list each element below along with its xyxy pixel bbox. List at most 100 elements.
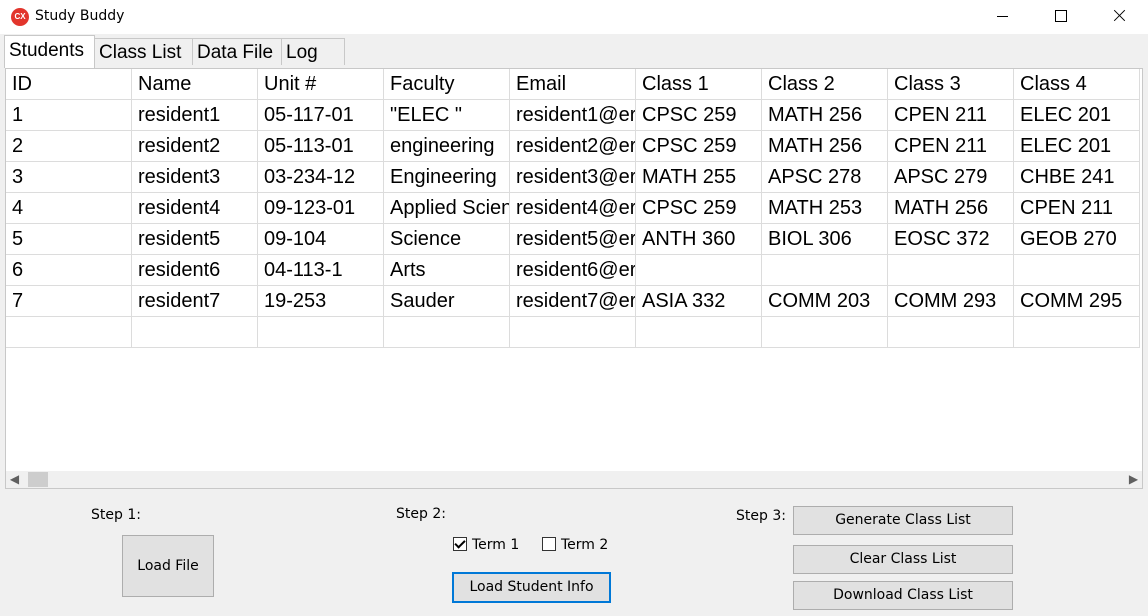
- table-cell[interactable]: [258, 317, 384, 348]
- table-cell[interactable]: [6, 317, 132, 348]
- horizontal-scrollbar[interactable]: ◀ ▶: [6, 471, 1142, 488]
- table-cell[interactable]: [888, 317, 1014, 348]
- table-cell[interactable]: resident7@er: [510, 286, 636, 317]
- maximize-button[interactable]: [1032, 0, 1090, 32]
- table-cell[interactable]: MATH 256: [762, 131, 888, 162]
- table-cell[interactable]: resident3: [132, 162, 258, 193]
- table-cell[interactable]: CPSC 259: [636, 131, 762, 162]
- table-cell[interactable]: Applied Scien: [384, 193, 510, 224]
- table-cell[interactable]: [762, 317, 888, 348]
- table-cell[interactable]: CHBE 241: [1014, 162, 1140, 193]
- table-cell[interactable]: [1014, 255, 1140, 286]
- table-cell[interactable]: [510, 317, 636, 348]
- table-row[interactable]: 6 resident6 04-113-1 Arts resident6@er: [6, 255, 1142, 286]
- table-cell[interactable]: 04-113-1: [258, 255, 384, 286]
- table-cell[interactable]: resident4: [132, 193, 258, 224]
- scroll-left-icon[interactable]: ◀: [6, 471, 23, 488]
- table-cell[interactable]: CPEN 211: [888, 131, 1014, 162]
- table-cell[interactable]: 09-123-01: [258, 193, 384, 224]
- table-cell[interactable]: CPEN 211: [1014, 193, 1140, 224]
- table-cell[interactable]: resident2@er: [510, 131, 636, 162]
- generate-class-list-button[interactable]: Generate Class List: [793, 506, 1013, 535]
- table-cell[interactable]: Engineering: [384, 162, 510, 193]
- table-cell[interactable]: ANTH 360: [636, 224, 762, 255]
- table-cell[interactable]: resident5@er: [510, 224, 636, 255]
- table-cell[interactable]: 19-253: [258, 286, 384, 317]
- table-cell[interactable]: resident5: [132, 224, 258, 255]
- table-cell[interactable]: 3: [6, 162, 132, 193]
- table-cell[interactable]: [762, 255, 888, 286]
- table-row[interactable]: 2 resident2 05-113-01 engineering resident2…: [6, 131, 1142, 162]
- table-cell[interactable]: MATH 253: [762, 193, 888, 224]
- table-cell[interactable]: 7: [6, 286, 132, 317]
- table-cell[interactable]: [384, 317, 510, 348]
- table-cell[interactable]: 09-104: [258, 224, 384, 255]
- table-cell[interactable]: ASIA 332: [636, 286, 762, 317]
- table-cell[interactable]: [1014, 317, 1140, 348]
- term1-checkbox[interactable]: [453, 537, 467, 551]
- table-row[interactable]: 1 resident1 05-117-01 "ELEC " resident1@er CP…: [6, 100, 1142, 131]
- table-cell[interactable]: MATH 256: [762, 100, 888, 131]
- table-row[interactable]: [6, 317, 1142, 348]
- table-cell[interactable]: resident7: [132, 286, 258, 317]
- table-cell[interactable]: resident2: [132, 131, 258, 162]
- scroll-right-icon[interactable]: ▶: [1125, 471, 1142, 488]
- table-cell[interactable]: [636, 317, 762, 348]
- table-row[interactable]: 5 resident5 09-104 Science resident5@er ANTH…: [6, 224, 1142, 255]
- download-class-list-button[interactable]: Download Class List: [793, 581, 1013, 610]
- table-cell[interactable]: 05-117-01: [258, 100, 384, 131]
- step1-label: Step 1:: [91, 507, 141, 523]
- table-cell[interactable]: [132, 317, 258, 348]
- tab-data-file[interactable]: Data File: [192, 38, 282, 65]
- tab-students[interactable]: Students: [4, 35, 95, 68]
- table-cell[interactable]: MATH 255: [636, 162, 762, 193]
- table-cell[interactable]: COMM 203: [762, 286, 888, 317]
- table-cell[interactable]: 2: [6, 131, 132, 162]
- table-cell[interactable]: resident6@er: [510, 255, 636, 286]
- table-cell[interactable]: 1: [6, 100, 132, 131]
- table-cell[interactable]: [888, 255, 1014, 286]
- table-cell[interactable]: 03-234-12: [258, 162, 384, 193]
- table-cell[interactable]: BIOL 306: [762, 224, 888, 255]
- table-cell[interactable]: GEOB 270: [1014, 224, 1140, 255]
- tab-class-list[interactable]: Class List: [94, 38, 193, 65]
- table-cell[interactable]: Science: [384, 224, 510, 255]
- table-cell[interactable]: CPEN 211: [888, 100, 1014, 131]
- table-cell[interactable]: resident6: [132, 255, 258, 286]
- table-cell[interactable]: Sauder: [384, 286, 510, 317]
- load-student-info-button[interactable]: Load Student Info: [452, 572, 611, 603]
- table-cell[interactable]: COMM 293: [888, 286, 1014, 317]
- table-cell[interactable]: resident4@er: [510, 193, 636, 224]
- table-cell[interactable]: 4: [6, 193, 132, 224]
- table-cell[interactable]: resident1: [132, 100, 258, 131]
- table-row[interactable]: 3 resident3 03-234-12 Engineering resident3…: [6, 162, 1142, 193]
- table-cell[interactable]: [636, 255, 762, 286]
- table-cell[interactable]: APSC 279: [888, 162, 1014, 193]
- close-button[interactable]: [1090, 0, 1148, 32]
- table-cell[interactable]: 05-113-01: [258, 131, 384, 162]
- clear-class-list-button[interactable]: Clear Class List: [793, 545, 1013, 574]
- scrollbar-thumb[interactable]: [28, 472, 48, 487]
- students-table[interactable]: ID Name Unit # Faculty Email Class 1 Class 2 Cl…: [5, 68, 1143, 489]
- minimize-button[interactable]: [974, 0, 1032, 32]
- load-file-button[interactable]: Load File: [122, 535, 214, 597]
- table-cell[interactable]: COMM 295: [1014, 286, 1140, 317]
- table-cell[interactable]: resident1@er: [510, 100, 636, 131]
- table-cell[interactable]: engineering: [384, 131, 510, 162]
- table-cell[interactable]: ELEC 201: [1014, 131, 1140, 162]
- table-cell[interactable]: resident3@er: [510, 162, 636, 193]
- table-cell[interactable]: 5: [6, 224, 132, 255]
- tab-log[interactable]: Log: [281, 38, 345, 65]
- table-cell[interactable]: 6: [6, 255, 132, 286]
- table-cell[interactable]: CPSC 259: [636, 193, 762, 224]
- table-row[interactable]: 7 resident7 19-253 Sauder resident7@er ASIA …: [6, 286, 1142, 317]
- table-cell[interactable]: CPSC 259: [636, 100, 762, 131]
- table-cell[interactable]: ELEC 201: [1014, 100, 1140, 131]
- term2-checkbox[interactable]: [542, 537, 556, 551]
- table-cell[interactable]: "ELEC ": [384, 100, 510, 131]
- table-cell[interactable]: MATH 256: [888, 193, 1014, 224]
- table-cell[interactable]: EOSC 372: [888, 224, 1014, 255]
- table-cell[interactable]: Arts: [384, 255, 510, 286]
- table-row[interactable]: 4 resident4 09-123-01 Applied Scien residen…: [6, 193, 1142, 224]
- table-cell[interactable]: APSC 278: [762, 162, 888, 193]
